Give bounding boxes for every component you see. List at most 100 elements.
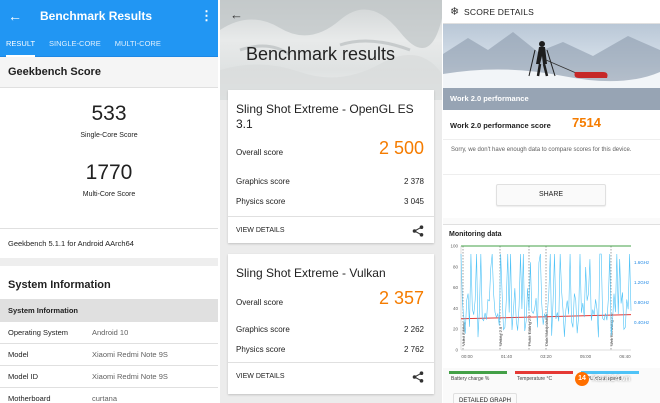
overall-score-label: Overall score [236,148,284,157]
table-header-cell: System Information [0,299,218,322]
multi-core-block: 1770 Multi-Core Score [0,139,218,198]
card-footer: VIEW DETAILS [228,363,434,391]
row-key: Model [0,343,84,366]
hero-photo: Work 2.0 performance [443,24,660,110]
share-icon[interactable] [412,225,424,237]
row-key: Model ID [0,365,84,388]
y2-tick-label: 0.4GHz [634,320,650,325]
geekbench-title: Benchmark Results [40,8,153,23]
graphics-score-value: 2 262 [403,325,424,334]
physics-score-row: Physics score 3 045 [228,192,434,212]
physics-score-value: 3 045 [403,197,424,206]
geekbench-score-header: Geekbench Score [0,57,218,88]
y2-tick-label: 1.2GHz [634,280,650,285]
row-key: Operating System [0,321,84,344]
graphics-score-label: Graphics score [236,177,290,186]
comparison-note: Sorry, we don't have enough data to comp… [443,140,660,174]
page-title: Benchmark results [246,44,396,64]
result-card-opengl: Sling Shot Extreme - OpenGL ES 3.1 Overa… [228,90,434,243]
tab-single-core[interactable]: SINGLE-CORE [49,31,101,57]
x-tick-label: 03:20 [540,354,552,359]
table-row: Model Xiaomi Redmi Note 9S [0,343,218,366]
y-tick-label: 20 [453,327,459,332]
legend-battery: Battery charge % [451,376,490,382]
system-info-table: System Information Operating System Andr… [0,299,218,403]
x-tick-label: 06:40 [619,354,631,359]
photo-caption-bar: Work 2.0 performance [443,88,660,110]
share-button[interactable]: SHARE [496,184,606,206]
detailed-graph-button[interactable]: DETAILED GRAPH [453,393,517,403]
share-icon[interactable] [412,371,424,383]
table-header-row: System Information [0,299,218,322]
tab-multi-core[interactable]: MULTI-CORE [115,31,161,57]
single-core-label: Single-Core Score [80,132,138,139]
result-card-title: Sling Shot Extreme - Vulkan [236,266,386,280]
view-details-button[interactable]: VIEW DETAILS [236,373,285,380]
y2-tick-label: 0.8GHz [634,300,650,305]
legend-temperature: Temperature °C [517,376,553,382]
physics-score-label: Physics score [236,345,286,354]
kenh14-text: Kenh14.vn [592,374,631,383]
graphics-score-row: Graphics score 2 378 [228,172,434,192]
legend-swatch-temperature [515,371,573,375]
card-footer: VIEW DETAILS [228,217,434,245]
score-line: Work 2.0 performance score 7514 [443,110,660,140]
multi-core-score: 1770 [85,161,133,184]
table-row: Motherboard curtana [0,387,218,403]
overall-score-row: Overall score 2 357 [228,288,434,314]
share-section: SHARE [443,174,660,218]
back-arrow-icon[interactable]: ← [8,8,26,24]
row-value: Xiaomi Redmi Note 9S [84,343,218,366]
table-row: Operating System Android 10 [0,321,218,344]
x-tick-label: 01:40 [501,354,513,359]
geekbench-panel: ← Benchmark Results ⋮ RESULT SINGLE-CORE… [0,0,218,403]
section-label: Video Editing [461,323,466,347]
pcmark-topbar: ❄ SCORE DETAILS [443,0,660,24]
tab-result[interactable]: RESULT [6,31,36,57]
overall-score-label: Overall score [236,298,284,307]
graphics-score-label: Graphics score [236,325,290,334]
monitoring-title: Monitoring data [449,231,502,238]
y-tick-label: 100 [450,244,458,249]
y-tick-label: 0 [455,348,458,353]
physics-score-value: 2 762 [403,345,424,354]
monitoring-chart-box: 100 80 60 40 20 0 1.6GHz 1.2GHz 0.8GHz 0.4GHz 00:0… [443,238,660,368]
legend-swatch-battery [449,371,507,375]
section-label: Writing 2.0 [498,326,503,346]
y-tick-label: 40 [453,306,459,311]
physics-score-label: Physics score [236,197,286,206]
geekbench-tabs: RESULT SINGLE-CORE MULTI-CORE [0,31,218,57]
snowflake-menu-icon[interactable]: ❄ [450,5,464,18]
more-vert-icon[interactable]: ⋮ [200,8,213,24]
y2-tick-label: 1.6GHz [634,260,650,265]
row-value: Xiaomi Redmi Note 9S [84,365,218,388]
pcmark-title: SCORE DETAILS [464,6,534,17]
view-details-button[interactable]: VIEW DETAILS [236,227,285,234]
overall-score-value: 2 500 [378,138,424,158]
row-value: Android 10 [84,321,218,344]
monitoring-chart: 100 80 60 40 20 0 1.6GHz 1.2GHz 0.8GHz 0.4GHz 00:0… [450,244,650,360]
multi-core-label: Multi-Core Score [82,191,136,198]
score-card: 533 Single-Core Score 1770 Multi-Core Sc… [0,88,218,228]
geekbench-appbar: ← Benchmark Results ⋮ [0,0,218,31]
kenh14-watermark: 14 Kenh14.vn [575,372,655,386]
single-core-block: 533 Single-Core Score [0,88,218,139]
physics-score-row: Physics score 2 762 [228,340,434,360]
section-label: Photo Editing 2.0 [527,315,532,346]
x-tick-label: 05:00 [580,354,592,359]
graphics-score-value: 2 378 [403,177,424,186]
back-arrow-icon[interactable]: ← [230,7,243,22]
table-row: Model ID Xiaomi Redmi Note 9S [0,365,218,388]
kenh14-logo: 14 [575,372,589,386]
photo-caption: Work 2.0 performance [450,94,529,103]
graphics-score-row: Graphics score 2 262 [228,320,434,340]
result-card-title: Sling Shot Extreme - OpenGL ES 3.1 [236,102,414,131]
result-card-vulkan: Sling Shot Extreme - Vulkan Overall scor… [228,254,434,394]
score-label: Work 2.0 performance score [450,121,551,130]
single-core-score: 533 [91,102,127,125]
score-value: 7514 [572,115,601,130]
pcmark-panel: ❄ SCORE DETAILS Work 2.0 performance Wor… [443,0,660,403]
system-information-header: System Information [0,266,218,299]
x-tick-label: 00:00 [461,354,473,359]
row-value: curtana [84,387,218,403]
